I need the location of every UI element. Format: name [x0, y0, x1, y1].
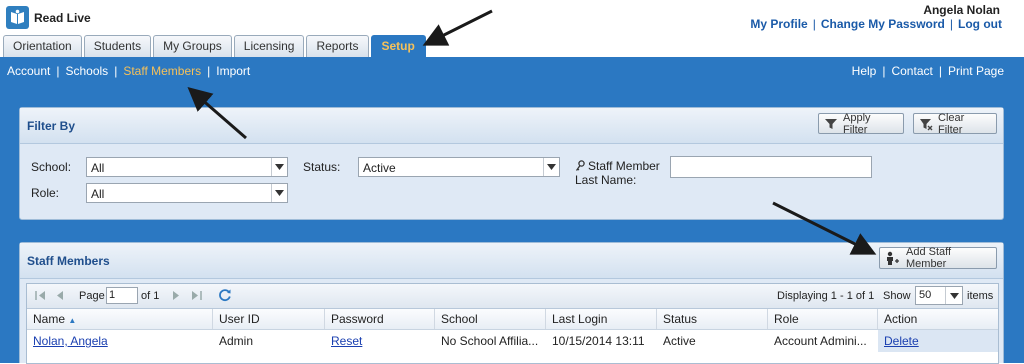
sort-ascending-icon: ▲	[68, 316, 77, 325]
funnel-clear-icon	[919, 117, 933, 131]
col-lastlogin-header[interactable]: Last Login	[546, 309, 657, 329]
setup-subnav: Account | Schools | Staff Members | Import	[7, 64, 250, 78]
grid-header-row: Name ▲ User ID Password School Last Logi…	[27, 309, 998, 330]
row-status: Active	[663, 334, 696, 348]
last-page-icon[interactable]	[191, 290, 202, 304]
subnav-staff-members[interactable]: Staff Members	[123, 64, 201, 78]
row-role: Account Admini...	[774, 334, 867, 348]
subnav-account[interactable]: Account	[7, 64, 50, 78]
separator: |	[882, 64, 886, 78]
prev-page-icon[interactable]	[56, 290, 64, 304]
lastname-label-line2: Last Name:	[575, 173, 637, 187]
clear-filter-label: Clear Filter	[938, 111, 965, 136]
row-delete-link[interactable]: Delete	[878, 330, 998, 352]
filter-panel: Filter By Apply Filter Clear Filter Scho…	[19, 107, 1004, 220]
school-select[interactable]: All	[86, 157, 288, 177]
staff-title: Staff Members	[27, 254, 110, 268]
print-page-link[interactable]: Print Page	[948, 64, 1004, 78]
col-password-header[interactable]: Password	[325, 309, 435, 329]
apply-filter-button[interactable]: Apply Filter	[818, 111, 904, 136]
funnel-icon	[824, 117, 838, 131]
role-label: Role:	[31, 186, 60, 200]
staff-panel-header: Staff Members Add Staff Member	[20, 243, 1003, 279]
tab-licensing[interactable]: Licensing	[233, 35, 305, 57]
row-last-login: 10/15/2014 13:11	[552, 334, 645, 348]
app-logo[interactable]: Read Live	[6, 6, 91, 29]
user-name: Angela Nolan	[923, 3, 1000, 17]
col-userid-header[interactable]: User ID	[213, 309, 325, 329]
help-link[interactable]: Help	[852, 64, 877, 78]
tab-setup[interactable]: Setup	[370, 35, 426, 57]
row-user-id: Admin	[219, 334, 254, 348]
chevron-down-icon	[271, 184, 287, 202]
role-select[interactable]: All	[86, 183, 288, 203]
page-size-select[interactable]: 50	[915, 286, 963, 305]
add-staff-member-label: Add Staff Member	[906, 246, 952, 270]
displaying-count: Displaying 1 - 1 of 1	[777, 290, 875, 302]
log-out-link[interactable]: Log out	[958, 17, 1002, 31]
page-size-value: 50	[919, 289, 932, 301]
tab-orientation[interactable]: Orientation	[3, 35, 82, 57]
show-label: Show	[883, 290, 911, 302]
separator: |	[56, 64, 60, 78]
school-select-value: All	[91, 161, 105, 175]
apply-filter-label: Apply Filter	[843, 111, 871, 136]
first-page-icon[interactable]	[35, 290, 46, 304]
items-label: items	[967, 290, 994, 302]
separator: |	[812, 17, 816, 31]
main-content: Account | Schools | Staff Members | Import Hel…	[0, 57, 1024, 364]
book-icon	[6, 6, 29, 29]
app-name: Read Live	[34, 10, 91, 25]
status-select[interactable]: Active	[358, 157, 560, 177]
user-links: My Profile | Change My Password | Log out	[750, 17, 1002, 31]
status-select-value: Active	[363, 161, 396, 175]
separator: |	[949, 17, 954, 31]
row-reset-password-link[interactable]: Reset	[325, 330, 435, 352]
page-label: Page	[79, 290, 105, 302]
change-password-link[interactable]: Change My Password	[821, 17, 945, 31]
refresh-icon[interactable]	[218, 288, 232, 305]
school-label: School:	[31, 160, 72, 174]
subnav-schools[interactable]: Schools	[65, 64, 108, 78]
role-select-value: All	[91, 187, 105, 201]
grid-pager: Page 1 of 1 Displaying 1 - 1 of 1 Show 5…	[27, 284, 998, 309]
tab-reports[interactable]: Reports	[306, 35, 369, 57]
chevron-down-icon	[543, 158, 559, 176]
main-tabs: Orientation Students My Groups Licensing…	[3, 35, 428, 57]
staff-members-panel: Staff Members Add Staff Member Page 1 of…	[19, 242, 1004, 364]
filter-panel-header: Filter By Apply Filter Clear Filter	[20, 108, 1003, 144]
page-number-input[interactable]: 1	[106, 287, 138, 304]
col-name-label: Name	[33, 312, 66, 326]
page-count: of 1	[141, 290, 160, 302]
filter-title: Filter By	[27, 119, 76, 133]
separator: |	[207, 64, 211, 78]
utility-nav: Help | Contact | Print Page	[852, 64, 1004, 78]
separator: |	[114, 64, 118, 78]
next-page-icon[interactable]	[172, 290, 180, 304]
status-label: Status:	[303, 160, 341, 174]
col-school-header[interactable]: School	[435, 309, 546, 329]
contact-link[interactable]: Contact	[891, 64, 932, 78]
tab-my-groups[interactable]: My Groups	[153, 35, 232, 57]
col-role-header[interactable]: Role	[768, 309, 878, 329]
row-school: No School Affilia...	[441, 334, 539, 348]
row-name-link[interactable]: Nolan, Angela	[27, 330, 213, 352]
col-name-header[interactable]: Name ▲	[27, 309, 213, 329]
col-action-header: Action	[884, 312, 918, 326]
staff-grid: Page 1 of 1 Displaying 1 - 1 of 1 Show 5…	[26, 283, 999, 364]
chevron-down-icon	[271, 158, 287, 176]
add-staff-member-button[interactable]: Add Staff Member	[879, 246, 997, 270]
my-profile-link[interactable]: My Profile	[750, 17, 807, 31]
lastname-label-line1: Staff Member	[588, 159, 660, 173]
chevron-down-icon	[945, 287, 962, 304]
tab-students[interactable]: Students	[83, 35, 152, 57]
clear-filter-button[interactable]: Clear Filter	[913, 111, 997, 136]
separator: |	[938, 64, 942, 78]
table-row: Nolan, Angela Admin Reset No School Affi…	[27, 330, 998, 352]
lastname-input[interactable]	[670, 156, 872, 178]
subnav-import[interactable]: Import	[216, 64, 250, 78]
add-person-icon	[885, 251, 901, 266]
col-status-header[interactable]: Status	[657, 309, 768, 329]
